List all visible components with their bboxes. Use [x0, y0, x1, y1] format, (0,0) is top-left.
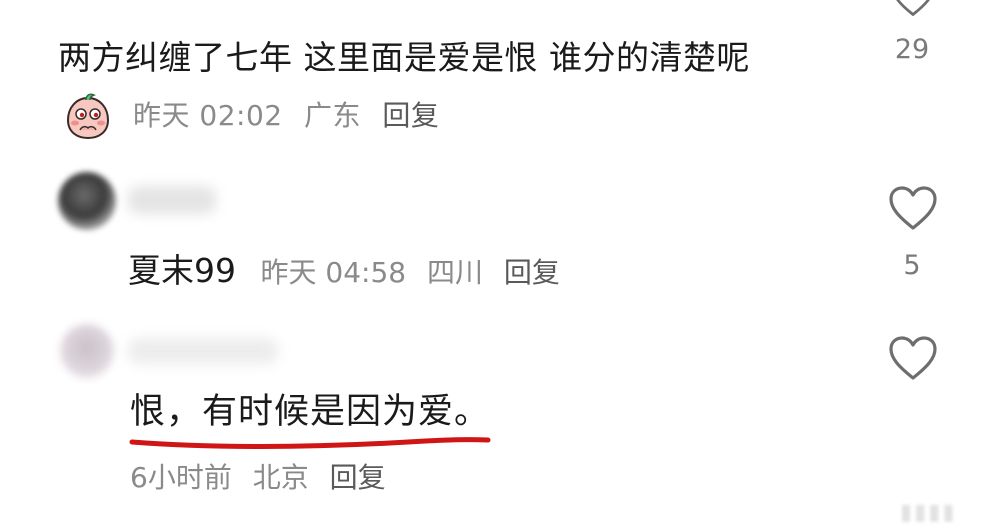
- comment-1-text: 两方纠缠了七年 这里面是爱是恨 谁分的清楚呢: [58, 38, 750, 77]
- comment-1-time: 昨天 02:02: [133, 99, 283, 132]
- comment-3-location: 北京: [252, 461, 309, 494]
- highlight-underline: [128, 428, 493, 454]
- comment-3-time: 6小时前: [130, 461, 232, 494]
- comment-1-like-count: 29: [894, 34, 930, 65]
- blush-face-sticker: [64, 92, 112, 140]
- comment-2-meta: 昨天 04:58 四川 回复: [261, 256, 572, 289]
- comment-1-location: 广东: [304, 99, 362, 132]
- heart-outline-icon[interactable]: [888, 186, 938, 236]
- comment-2-like-count: 5: [903, 250, 921, 281]
- heart-outline-icon[interactable]: [888, 0, 938, 22]
- comment-2-text: 夏末99: [128, 251, 236, 290]
- avatar[interactable]: [58, 172, 116, 230]
- author-name-blurred: [128, 186, 216, 214]
- comment-3-meta: 6小时前 北京 回复: [130, 456, 398, 496]
- comment-1: 两方纠缠了七年 这里面是爱是恨 谁分的清楚呢 昨天 02:02 广东 回复: [58, 30, 848, 144]
- comment-2-time: 昨天 04:58: [260, 256, 407, 289]
- heart-outline-icon[interactable]: [888, 336, 938, 386]
- comment-1-reply-button[interactable]: 回复: [382, 99, 439, 132]
- comment-2-location: 四川: [427, 256, 484, 289]
- comment-2-body: 夏末99 昨天 04:58 四川 回复: [128, 244, 572, 292]
- author-name-blurred: [128, 338, 278, 364]
- comment-1-meta: 昨天 02:02 广东 回复: [133, 99, 451, 132]
- avatar[interactable]: [60, 324, 114, 378]
- previous-comment-meta-partial: [58, 0, 118, 4]
- comment-3-reply-button[interactable]: 回复: [330, 461, 386, 494]
- watermark: ▮▮▮▮: [900, 500, 957, 525]
- comment-2-reply-button[interactable]: 回复: [504, 256, 560, 289]
